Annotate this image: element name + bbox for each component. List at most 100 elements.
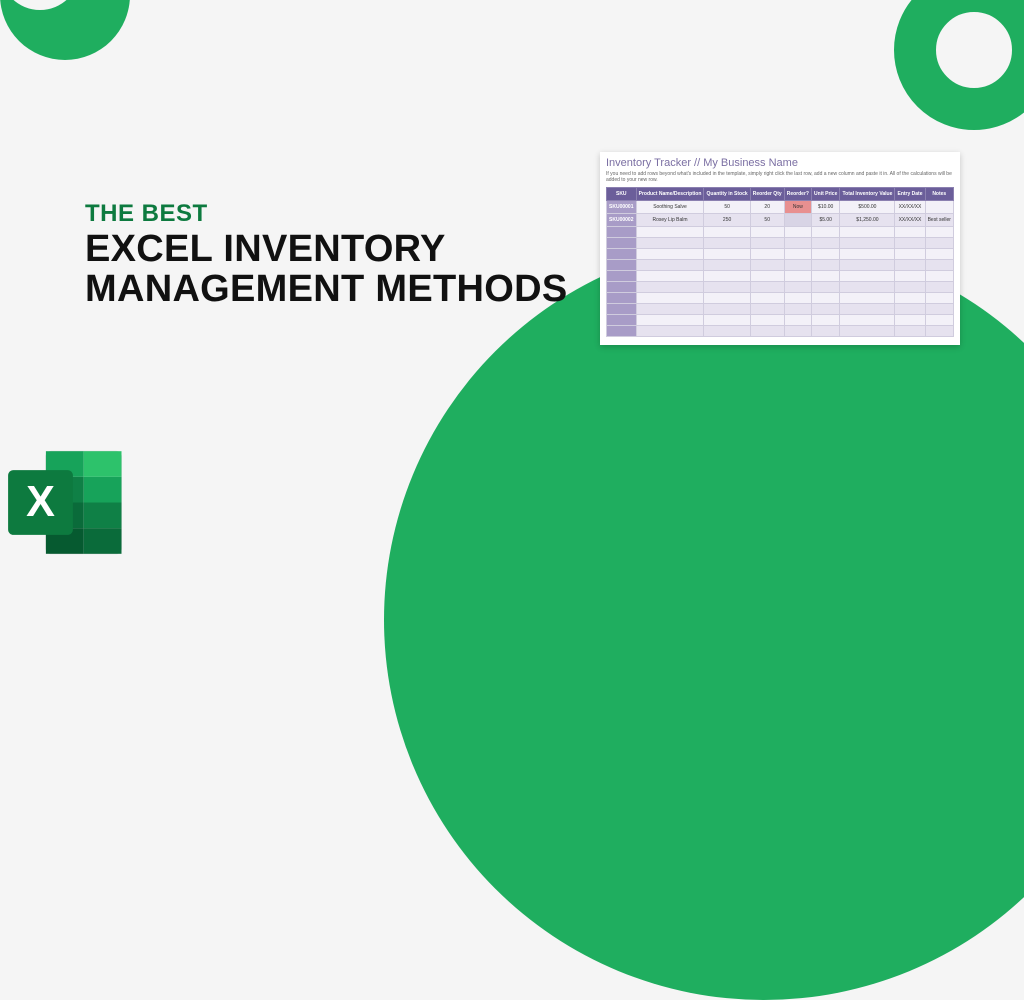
table-cell: SKU00002 [607,214,637,227]
title-line-2: MANAGEMENT METHODS [85,268,568,310]
table-cell [840,238,895,249]
table-cell [812,260,840,271]
table-header-cell: Reorder? [784,188,811,201]
table-cell [784,304,811,315]
table-cell [784,326,811,337]
table-cell [812,304,840,315]
table-header-cell: Entry Date [895,188,925,201]
table-cell [607,238,637,249]
table-cell [925,326,953,337]
table-cell [636,304,704,315]
table-row [607,315,954,326]
table-cell [750,227,784,238]
table-cell [750,304,784,315]
table-cell [840,315,895,326]
table-cell [895,304,925,315]
table-cell [704,271,750,282]
eyebrow-text: THE BEST [85,200,568,228]
table-row [607,282,954,293]
table-cell [750,282,784,293]
table-cell [704,227,750,238]
table-cell [925,293,953,304]
table-cell [895,249,925,260]
table-header-cell: Reorder Qty [750,188,784,201]
table-row [607,326,954,337]
table-cell [812,271,840,282]
table-cell: 250 [704,214,750,227]
table-cell [895,227,925,238]
table-cell: $10.00 [812,201,840,214]
inventory-table: SKUProduct Name/DescriptionQuantity in S… [606,187,954,337]
table-header-cell: SKU [607,188,637,201]
table-cell [784,249,811,260]
table-cell [750,271,784,282]
sheet-subtitle: If you need to add rows beyond what's in… [606,171,954,183]
table-cell [704,304,750,315]
table-cell: Best seller [925,214,953,227]
table-cell: Now [784,201,811,214]
table-cell [925,271,953,282]
headline-block: THE BEST EXCEL INVENTORY MANAGEMENT METH… [85,200,568,310]
table-cell [925,304,953,315]
table-cell [784,214,811,227]
table-cell [607,293,637,304]
table-cell [750,260,784,271]
table-cell [840,326,895,337]
table-cell [784,227,811,238]
table-cell [840,260,895,271]
table-cell [895,260,925,271]
table-cell [812,315,840,326]
table-cell [750,326,784,337]
table-cell [840,282,895,293]
table-cell [784,282,811,293]
table-cell [704,282,750,293]
table-header-cell: Notes [925,188,953,201]
table-cell [636,260,704,271]
table-row: SKU00002Rosey Lip Balm25050$5.00$1,250.0… [607,214,954,227]
table-header-row: SKUProduct Name/DescriptionQuantity in S… [607,188,954,201]
sheet-title: Inventory Tracker // My Business Name [606,157,954,169]
table-header-cell: Total Inventory Value [840,188,895,201]
table-cell [840,304,895,315]
table-row [607,227,954,238]
table-cell [750,249,784,260]
table-cell [607,326,637,337]
table-cell [812,227,840,238]
table-cell: XX/XX/XX [895,201,925,214]
title-line-1: EXCEL INVENTORY [85,228,446,270]
table-cell [784,293,811,304]
table-cell [704,249,750,260]
table-cell [895,326,925,337]
table-cell [812,238,840,249]
table-cell [925,227,953,238]
table-cell [636,227,704,238]
table-header-cell: Product Name/Description [636,188,704,201]
table-cell: 50 [704,201,750,214]
table-cell [840,227,895,238]
table-cell [925,260,953,271]
table-row [607,293,954,304]
table-cell [895,293,925,304]
table-cell [704,315,750,326]
spreadsheet-preview: Inventory Tracker // My Business Name If… [600,152,960,345]
table-cell [636,293,704,304]
svg-text:X: X [26,478,55,526]
decor-ring-top-right [894,0,1024,130]
table-cell [636,271,704,282]
table-cell [925,238,953,249]
table-cell [925,315,953,326]
table-cell [812,249,840,260]
table-cell [784,260,811,271]
table-cell [636,282,704,293]
table-cell: SKU00001 [607,201,637,214]
table-cell [636,315,704,326]
table-cell: $500.00 [840,201,895,214]
table-cell [812,293,840,304]
table-header-cell: Unit Price [812,188,840,201]
table-cell [812,326,840,337]
table-cell [750,293,784,304]
table-cell [812,282,840,293]
table-cell [607,260,637,271]
table-cell: $5.00 [812,214,840,227]
table-cell [784,271,811,282]
